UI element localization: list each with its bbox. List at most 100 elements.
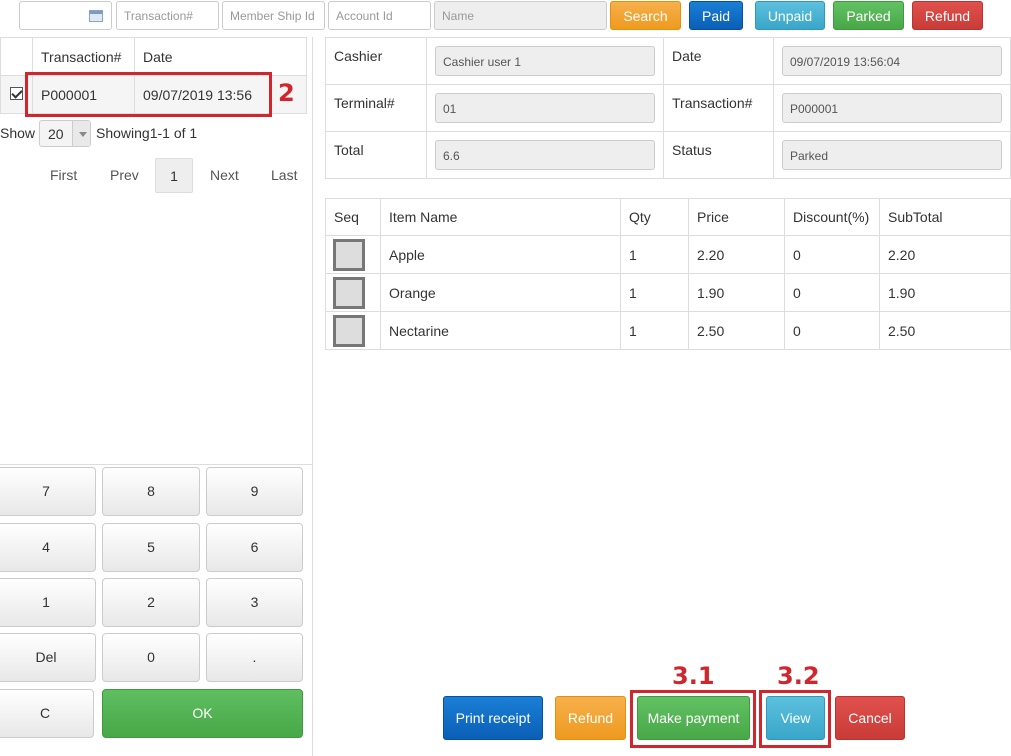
item-name-column-header: Item Name [380,198,621,236]
terminal-field[interactable]: 01 [435,93,655,123]
row-annotation: 2 [278,79,295,107]
account-filter-input[interactable]: Account Id [328,1,431,30]
make-payment-annotation: 3.1 [672,662,715,690]
terminal-field-cell: 01 [426,84,664,132]
key-6[interactable]: 6 [206,523,303,572]
date-field[interactable]: 09/07/2019 13:56:04 [782,46,1002,76]
item-select-box[interactable] [333,314,365,347]
key-3[interactable]: 3 [206,578,303,627]
status-label: Status [663,131,774,179]
item-discount-cell: 0 [784,273,880,312]
item-seq-cell [325,311,381,350]
transaction-column-header: Transaction# [32,37,135,76]
item-price-cell: 2.20 [688,235,785,274]
status-field[interactable]: Parked [782,140,1002,170]
refund-filter-button[interactable]: Refund [912,1,983,30]
item-seq-cell [325,273,381,312]
subtotal-column-header: SubTotal [879,198,1011,236]
item-price-cell: 2.50 [688,311,785,350]
key-0[interactable]: 0 [102,633,200,682]
key-7[interactable]: 7 [0,467,96,516]
search-button[interactable]: Search [610,1,681,30]
page-size-row: Show 20 Showing1-1 of 1 [0,120,313,148]
item-discount-cell: 0 [784,235,880,274]
cashier-field[interactable]: Cashier user 1 [435,46,655,76]
table-row[interactable]: Nectarine 1 2.50 0 2.50 [325,311,1011,350]
chevron-down-icon[interactable] [72,121,90,146]
parked-filter-button[interactable]: Parked [833,1,904,30]
key-8[interactable]: 8 [102,467,200,516]
items-header: Seq Item Name Qty Price Discount(%) SubT… [325,198,1011,236]
item-name-cell: Orange [380,273,621,312]
discount-column-header: Discount(%) [784,198,880,236]
item-select-box[interactable] [333,276,365,309]
key-5[interactable]: 5 [102,523,200,572]
terminal-label: Terminal# [325,84,427,132]
transaction-label: Transaction# [663,84,774,132]
membership-filter-placeholder: Member Ship Id [230,9,315,23]
calendar-icon[interactable] [89,10,103,22]
page-size-select[interactable]: 20 [39,120,91,147]
key-decimal[interactable]: . [206,633,303,682]
pager-next[interactable]: Next [210,158,239,193]
items-table: Seq Item Name Qty Price Discount(%) SubT… [325,198,1011,350]
pager-first[interactable]: First [50,158,77,193]
pager-last[interactable]: Last [271,158,297,193]
table-row[interactable]: Orange 1 1.90 0 1.90 [325,273,1011,312]
pager-current-page[interactable]: 1 [155,158,193,193]
key-ok[interactable]: OK [102,689,303,738]
date-filter-input[interactable] [19,1,112,30]
showing-count: Showing1-1 of 1 [96,125,198,141]
keypad-divider [0,464,313,465]
refund-button[interactable]: Refund [555,696,626,740]
select-column-header [0,37,33,76]
total-label: Total [325,131,427,179]
transaction-field-cell: P000001 [773,84,1011,132]
price-column-header: Price [688,198,785,236]
item-subtotal-cell: 2.20 [879,235,1011,274]
key-clear[interactable]: C [0,689,94,738]
transaction-filter-placeholder: Transaction# [124,9,193,23]
item-subtotal-cell: 1.90 [879,273,1011,312]
item-qty-cell: 1 [620,273,689,312]
paid-filter-button[interactable]: Paid [689,1,743,30]
transaction-detail: Cashier Cashier user 1 Date 09/07/2019 1… [325,37,1011,179]
name-filter-input[interactable]: Name [434,1,607,30]
transaction-list-header: Transaction# Date [0,37,307,76]
item-price-cell: 1.90 [688,273,785,312]
unpaid-filter-button[interactable]: Unpaid [755,1,825,30]
key-del[interactable]: Del [0,633,96,682]
item-discount-cell: 0 [784,311,880,350]
transaction-field[interactable]: P000001 [782,93,1002,123]
item-name-cell: Nectarine [380,311,621,350]
status-field-cell: Parked [773,131,1011,179]
item-select-box[interactable] [333,238,365,271]
pager-prev[interactable]: Prev [110,158,139,193]
cancel-button[interactable]: Cancel [835,696,905,740]
row-highlight-box [25,72,272,117]
cashier-field-cell: Cashier user 1 [426,37,664,85]
name-filter-placeholder: Name [442,9,475,23]
make-payment-highlight-box [630,690,756,748]
total-field[interactable]: 6.6 [435,140,655,170]
item-qty-cell: 1 [620,235,689,274]
transaction-filter-input[interactable]: Transaction# [116,1,219,30]
key-4[interactable]: 4 [0,523,96,572]
key-9[interactable]: 9 [206,467,303,516]
date-column-header: Date [134,37,307,76]
cashier-label: Cashier [325,37,427,85]
date-label: Date [663,37,774,85]
view-annotation: 3.2 [777,662,820,690]
view-highlight-box [759,690,831,748]
account-filter-placeholder: Account Id [336,9,393,23]
key-2[interactable]: 2 [102,578,200,627]
filter-bar: Transaction# Member Ship Id Account Id N… [0,0,1011,32]
item-qty-cell: 1 [620,311,689,350]
qty-column-header: Qty [620,198,689,236]
print-receipt-button[interactable]: Print receipt [443,696,543,740]
table-row[interactable]: Apple 1 2.20 0 2.20 [325,235,1011,274]
page-size-value: 20 [48,126,64,142]
key-1[interactable]: 1 [0,578,96,627]
membership-filter-input[interactable]: Member Ship Id [222,1,325,30]
row-checkbox[interactable] [10,86,23,100]
